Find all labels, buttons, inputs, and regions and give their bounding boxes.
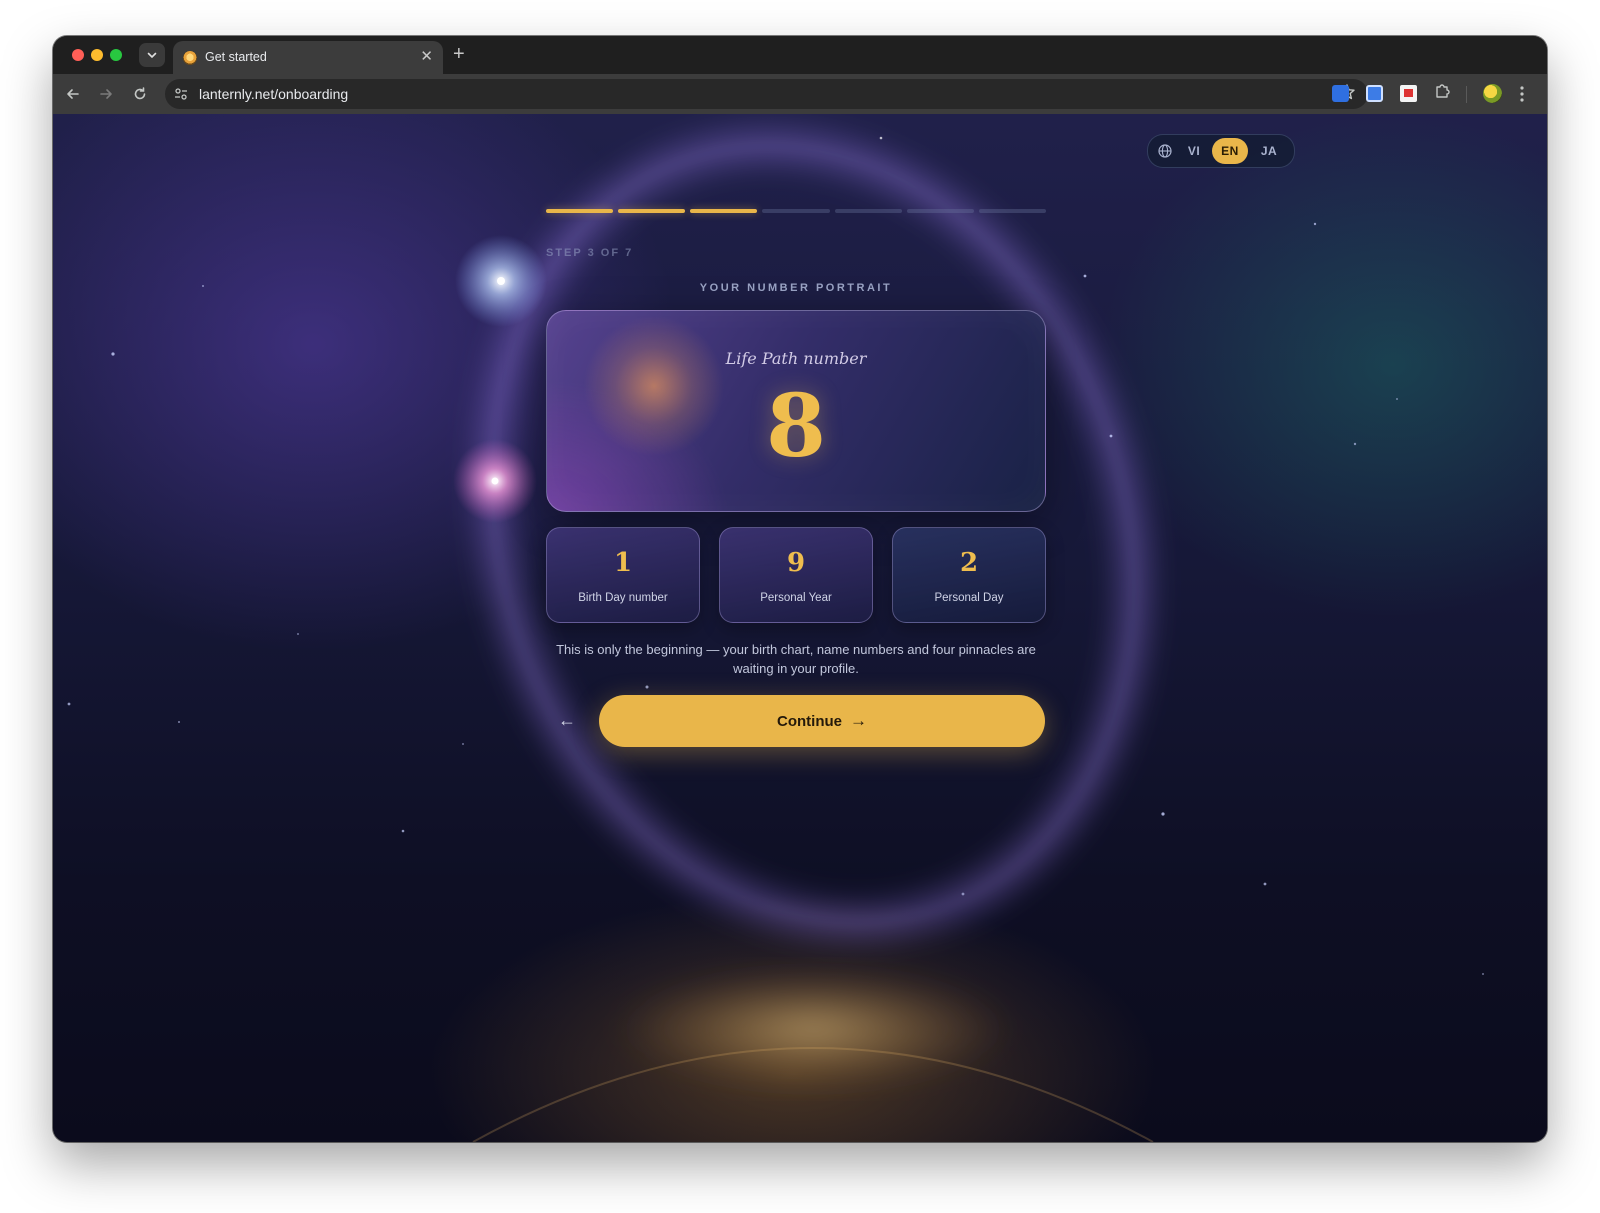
personal-year-value: 9 [786, 548, 806, 578]
profile-teaser-text: This is only the beginning — your birth … [556, 642, 1036, 676]
reload-button[interactable] [128, 82, 152, 106]
arrow-right-icon [100, 89, 112, 99]
step-counter: STEP 3 OF 7 [546, 247, 634, 259]
language-switcher: VI EN JA [1147, 134, 1295, 168]
chevron-down-icon [147, 52, 157, 59]
maximize-window-button[interactable] [110, 49, 122, 61]
address-bar[interactable]: lanternly.net/onboarding [165, 79, 1368, 109]
arrow-left-icon [67, 89, 79, 99]
progress-segment [546, 209, 614, 213]
page-viewport: VI EN JA STEP 3 OF 7 YOUR NUMBER PORTRAI… [53, 114, 1547, 1142]
extension-document-icon[interactable] [1400, 85, 1417, 102]
browser-toolbar: lanternly.net/onboarding [53, 74, 1547, 114]
progress-segment [978, 209, 1046, 213]
progress-segment [618, 209, 686, 213]
tab-get-started[interactable]: Get started ✕ [173, 41, 443, 74]
back-button[interactable] [61, 82, 85, 106]
galaxy-background [67, 129, 1484, 1142]
progress-segment [690, 209, 758, 213]
progress-segment [762, 209, 830, 213]
language-option-ja[interactable]: JA [1252, 138, 1286, 164]
toolbar-divider [1466, 86, 1467, 103]
tab-strip: Get started ✕ + [53, 36, 1547, 74]
minimize-window-button[interactable] [91, 49, 103, 61]
reload-icon [134, 87, 146, 100]
personal-day-value: 2 [959, 548, 979, 578]
birth-day-value: 1 [613, 548, 633, 578]
url-text: lanternly.net/onboarding [199, 86, 349, 102]
life-path-card: Life Path number 8 [546, 310, 1046, 512]
arrow-right-icon: → [850, 711, 867, 730]
more-menu-icon[interactable] [1519, 85, 1525, 103]
close-window-button[interactable] [72, 49, 84, 61]
tab-title: Get started [205, 50, 267, 64]
personal-year-label: Personal Year [760, 592, 832, 604]
language-option-vi[interactable]: VI [1181, 138, 1207, 164]
new-tab-button[interactable]: + [453, 42, 465, 66]
extension-camera-icon[interactable] [1366, 85, 1383, 102]
tab-search-button[interactable] [139, 43, 165, 67]
birth-day-label: Birth Day number [578, 592, 668, 604]
extension-blue-icon[interactable] [1332, 85, 1349, 102]
section-heading: YOUR NUMBER PORTRAIT [699, 282, 893, 294]
browser-window: Get started ✕ + lanternly.net/onboarding [53, 36, 1547, 1142]
life-path-label: Life Path number [725, 349, 867, 368]
site-favicon-icon [183, 51, 197, 65]
profile-avatar[interactable] [1483, 84, 1502, 103]
site-settings-icon[interactable] [173, 86, 189, 102]
language-option-en[interactable]: EN [1212, 138, 1248, 164]
personal-year-card: 9 Personal Year [719, 527, 873, 623]
extensions-puzzle-icon[interactable] [1433, 82, 1451, 100]
personal-day-label: Personal Day [934, 592, 1004, 604]
continue-button[interactable]: Continue → [599, 695, 1045, 747]
globe-icon [1158, 144, 1172, 158]
birth-day-card: 1 Birth Day number [546, 527, 700, 623]
onboarding-progress [546, 209, 1046, 213]
personal-day-card: 2 Personal Day [892, 527, 1046, 623]
forward-button[interactable] [94, 82, 118, 106]
previous-step-button[interactable]: ← [553, 706, 581, 734]
life-path-number: 8 [766, 376, 826, 477]
progress-segment [834, 209, 902, 213]
continue-label: Continue [777, 712, 842, 730]
tab-close-icon[interactable]: ✕ [420, 47, 433, 67]
progress-segment [906, 209, 974, 213]
